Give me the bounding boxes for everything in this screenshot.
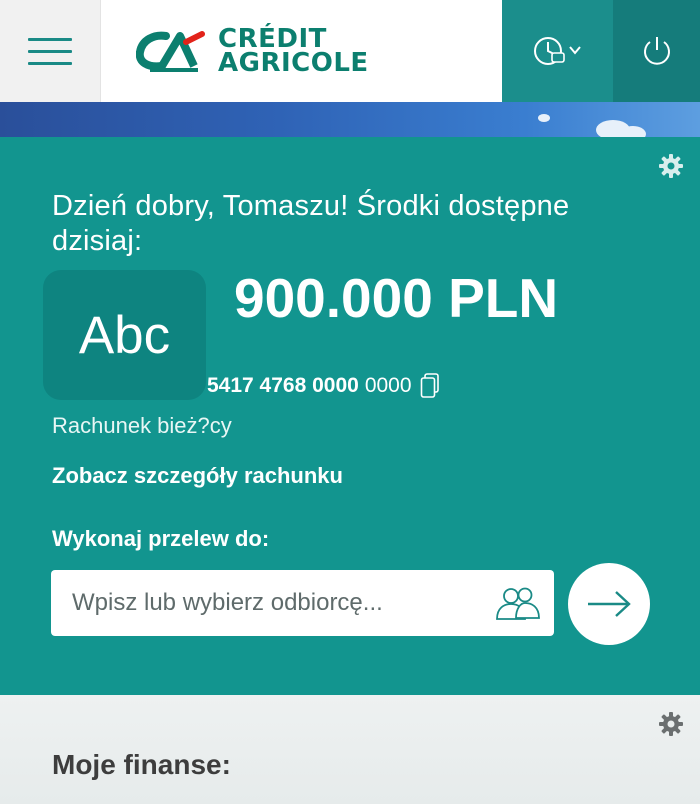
clock-widget-icon <box>533 37 581 65</box>
copy-icon[interactable] <box>420 373 440 399</box>
finances-section: Moje finanse: <box>0 695 700 804</box>
brand-logo[interactable]: CRÉDIT AGRICOLE <box>101 0 502 102</box>
account-type: Rachunek bież?cy <box>52 413 232 438</box>
session-widget-button[interactable] <box>502 0 613 102</box>
contacts-icon[interactable] <box>494 584 542 622</box>
available-balance: 900.000 PLN <box>234 267 559 329</box>
logo-text: CRÉDIT AGRICOLE <box>218 26 369 78</box>
menu-button[interactable] <box>0 0 101 102</box>
gear-icon[interactable] <box>658 711 684 737</box>
account-details-link[interactable]: Zobacz szczegóły rachunku <box>52 463 343 489</box>
account-number-main: 5417 4768 0000 <box>207 374 359 397</box>
logout-button[interactable] <box>613 0 700 102</box>
logo-line-2: AGRICOLE <box>218 48 369 78</box>
header-banner-image <box>0 102 700 137</box>
proceed-transfer-button[interactable] <box>568 563 650 645</box>
transfer-label: Wykonaj przelew do: <box>52 526 270 551</box>
recipient-field[interactable] <box>51 570 554 636</box>
avatar: Abc <box>43 270 206 400</box>
menu-icon <box>28 37 72 65</box>
greeting-text: Dzień dobry, Tomaszu! Środki dostępne dz… <box>52 190 570 257</box>
top-header: CRÉDIT AGRICOLE <box>0 0 700 102</box>
finances-title: Moje finanse: <box>52 749 231 780</box>
gear-icon[interactable] <box>658 153 684 179</box>
avatar-text: Abc <box>78 305 171 365</box>
logo-mark-icon <box>136 31 205 72</box>
account-panel: Dzień dobry, Tomaszu! Środki dostępne dz… <box>0 137 700 695</box>
recipient-input[interactable] <box>72 589 482 617</box>
arrow-right-icon <box>588 591 631 617</box>
account-number-tail: 0000 <box>364 374 412 397</box>
power-icon <box>643 37 670 65</box>
account-number: 5417 4768 0000 0000 <box>207 373 440 399</box>
